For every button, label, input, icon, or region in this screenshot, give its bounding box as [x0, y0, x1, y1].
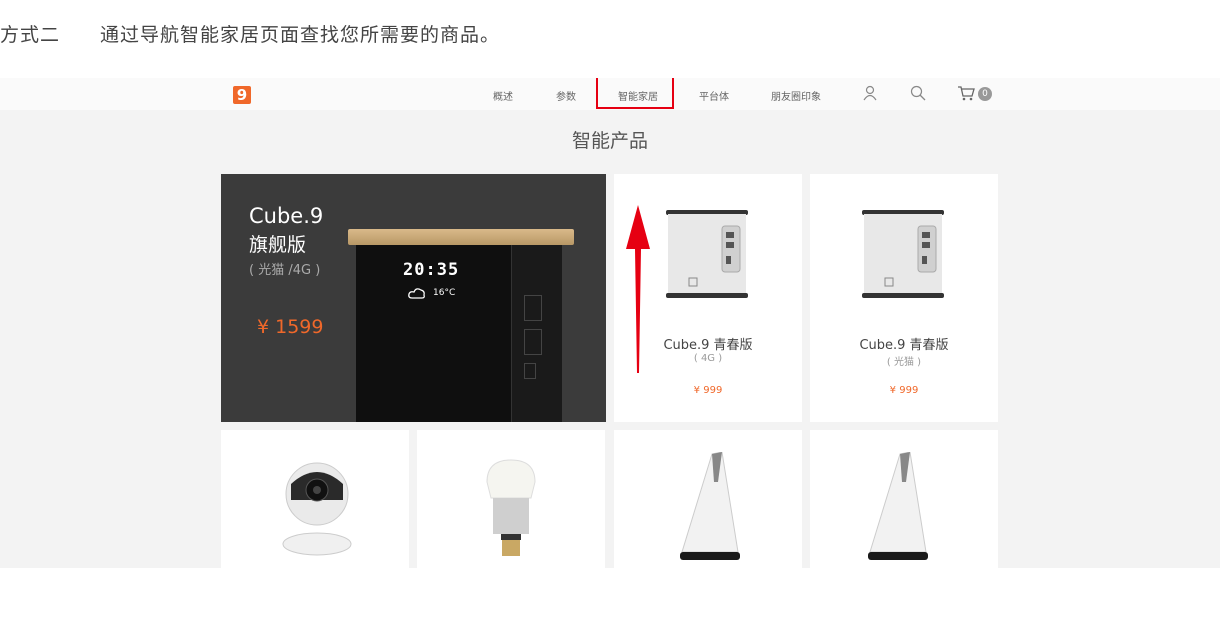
- product-price: ¥ 999: [693, 385, 723, 396]
- product-card-camera[interactable]: [221, 430, 409, 568]
- product-price: ¥ 999: [889, 385, 919, 396]
- website-screenshot: 9 概述 参数 智能家居 平台体 朋友圈印象 0 智能产品 Cube.9 旗舰版…: [0, 78, 1220, 568]
- device-top-image: [348, 229, 574, 245]
- highlight-box: [596, 78, 674, 109]
- search-icon[interactable]: [910, 85, 926, 101]
- annotation-arrow-icon: [626, 205, 650, 373]
- cart-count-badge: 0: [978, 87, 992, 101]
- device-temperature: 16°C: [433, 288, 456, 298]
- nav-overview[interactable]: 概述: [493, 88, 513, 103]
- product-card-stand[interactable]: [810, 430, 998, 568]
- product-card-bulb[interactable]: [417, 430, 605, 568]
- hero-product-edition: 旗舰版: [249, 234, 307, 256]
- stand-device-image: [868, 452, 928, 560]
- router-image: [862, 210, 944, 298]
- top-navbar: 9 概述 参数 智能家居 平台体 朋友圈印象 0: [0, 78, 1220, 110]
- user-icon[interactable]: [863, 85, 877, 101]
- cart-icon[interactable]: [957, 85, 975, 101]
- instruction-text: 方式二 通过导航智能家居页面查找您所需要的商品。: [0, 24, 501, 46]
- brand-logo[interactable]: 9: [233, 86, 251, 104]
- product-spec: ( 光猫 ): [886, 357, 922, 368]
- router-image: [666, 210, 748, 298]
- hero-product-price: ¥ 1599: [257, 316, 324, 338]
- section-title: 智能产品: [571, 130, 648, 152]
- device-side-panel: [511, 245, 562, 422]
- device-clock: 20:35: [403, 260, 460, 280]
- stand-device-image: [680, 452, 740, 560]
- product-name: Cube.9 青春版: [859, 338, 949, 353]
- hero-product-card[interactable]: Cube.9 旗舰版 ( 光猫 /4G ) ¥ 1599 20:35 16°C: [221, 174, 606, 422]
- camera-image: [282, 462, 352, 556]
- hero-product-spec: ( 光猫 /4G ): [249, 263, 321, 278]
- hero-product-name: Cube.9: [249, 204, 324, 228]
- product-card-stand[interactable]: [614, 430, 802, 568]
- weather-cloud-icon: [408, 288, 425, 299]
- bulb-image: [486, 459, 536, 556]
- nav-platform[interactable]: 平台体: [699, 88, 729, 103]
- product-card[interactable]: Cube.9 青春版 ( 光猫 ) ¥ 999: [810, 174, 998, 422]
- nav-specs[interactable]: 参数: [556, 88, 576, 103]
- nav-moments[interactable]: 朋友圈印象: [771, 88, 821, 103]
